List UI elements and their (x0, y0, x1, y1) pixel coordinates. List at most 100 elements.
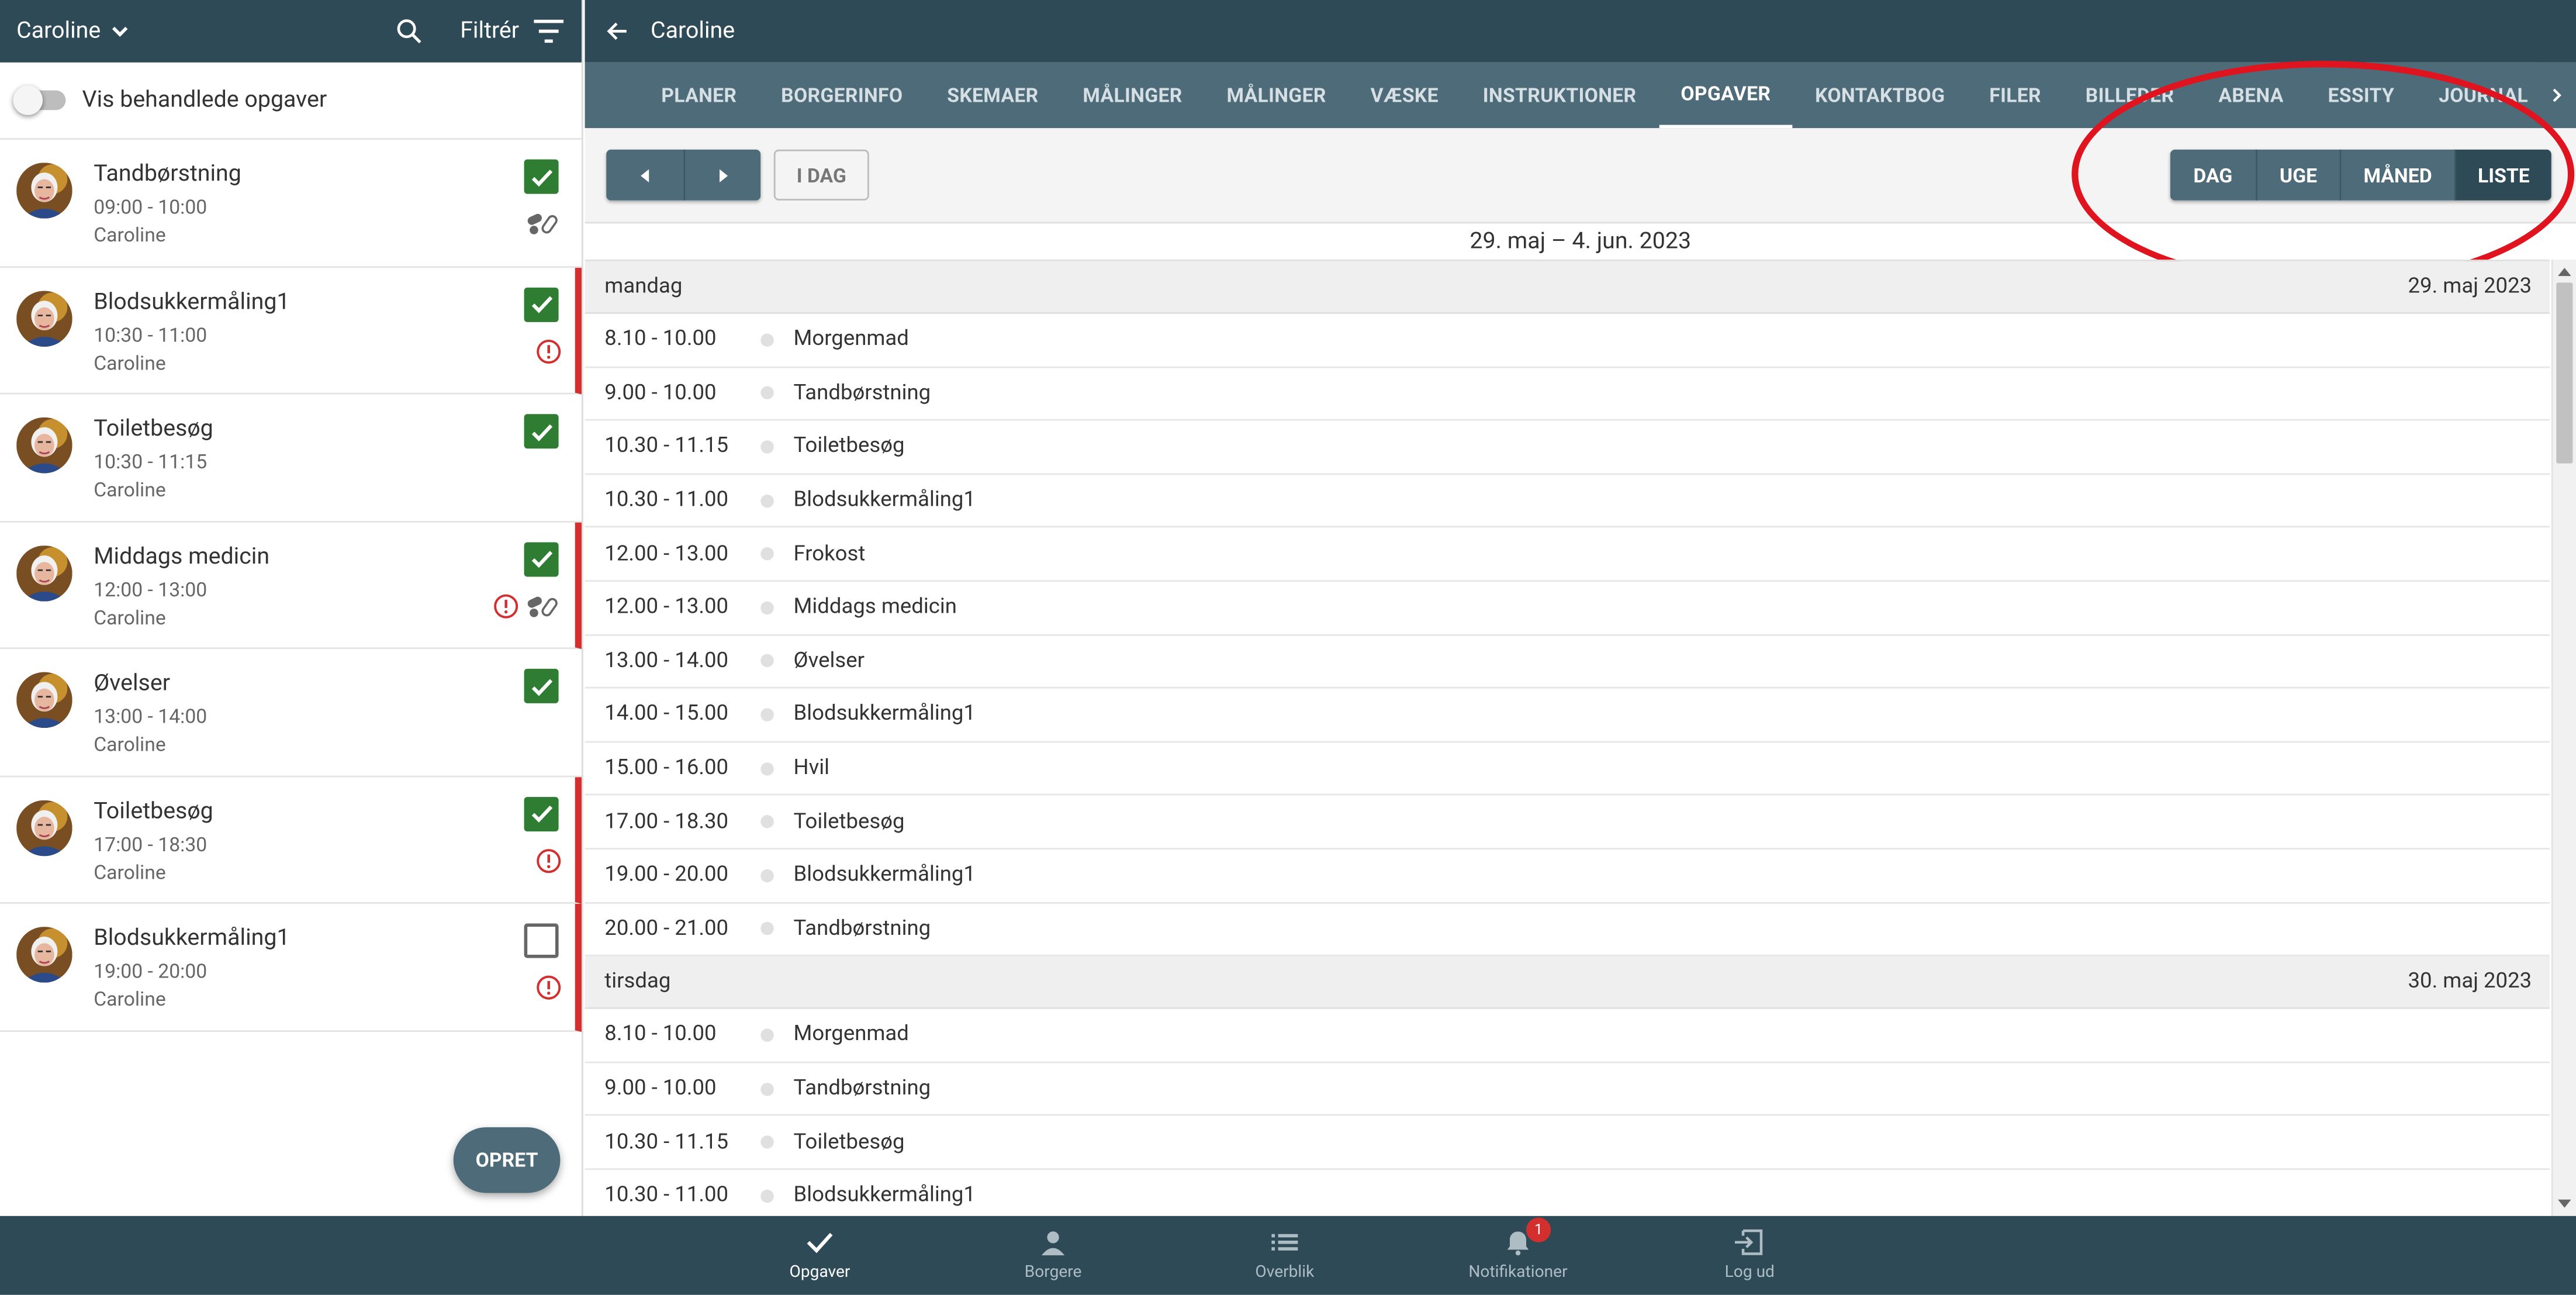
event-row[interactable]: 9.00 - 10.00 Tandbørstning (585, 367, 2550, 422)
event-row[interactable]: 12.00 - 13.00 Middags medicin (585, 582, 2550, 636)
next-period-button[interactable] (683, 149, 761, 201)
event-row[interactable]: 10.30 - 11.00 Blodsukkermåling1 (585, 475, 2550, 529)
tab-planer[interactable]: PLANER (639, 63, 759, 128)
event-row[interactable]: 10.30 - 11.15 Toiletbesøg (585, 421, 2550, 475)
alert-icon (535, 338, 562, 371)
calendar-toolbar: I DAG DAG UGE MÅNED LISTE (585, 128, 2576, 224)
event-time: 8.10 - 10.00 (604, 1023, 717, 1048)
task-item[interactable]: Toiletbesøg 10:30 - 11:15 Caroline (0, 395, 582, 522)
bottom-navigation: Opgaver Borgere Overblik Notifikationer 1 Log… (0, 1215, 2576, 1295)
event-row[interactable]: 9.00 - 10.00 Tandbørstning (585, 1063, 2550, 1117)
tab-abena[interactable]: ABENA (2196, 63, 2305, 128)
tab-borgerinfo[interactable]: BORGERINFO (759, 63, 925, 128)
citizen-selector[interactable]: Caroline (16, 18, 133, 44)
back-arrow-icon[interactable] (604, 18, 631, 44)
tab-målinger[interactable]: MÅLINGER (1060, 63, 1204, 128)
task-item[interactable]: Blodsukkermåling1 10:30 - 11:00 Caroline (0, 267, 582, 395)
search-icon (397, 19, 421, 44)
avatar (16, 163, 72, 219)
event-time: 9.00 - 10.00 (604, 1076, 717, 1101)
checkbox-checked[interactable] (524, 414, 559, 449)
alert-icon (493, 592, 519, 625)
event-row[interactable]: 10.30 - 11.15 Toiletbesøg (585, 1116, 2550, 1170)
checkbox-unchecked[interactable] (524, 923, 559, 958)
nav-borgere[interactable]: Borgere (979, 1216, 1127, 1295)
task-title: Toiletbesøg (94, 797, 213, 824)
show-handled-toggle[interactable] (13, 85, 66, 115)
checkbox-checked[interactable] (524, 541, 559, 576)
task-time: 12:00 - 13:00 (94, 577, 208, 601)
view-uge-button[interactable]: UGE (2255, 149, 2340, 201)
event-row[interactable]: 20.00 - 21.00 Tandbørstning (585, 903, 2550, 957)
task-title: Middags medicin (94, 543, 270, 569)
task-time: 09:00 - 10:00 (94, 195, 208, 219)
event-title: Blodsukkermåling1 (793, 1183, 976, 1208)
calendar-panel: Caroline PLANER BORGERINFO SKEMAER MÅLINGER… (585, 0, 2576, 1216)
tab-instruktioner[interactable]: INSTRUKTIONER (1461, 63, 1659, 128)
task-item[interactable]: Tandbørstning 09:00 - 10:00 Caroline (0, 140, 582, 267)
event-time: 17.00 - 18.30 (604, 809, 729, 834)
show-handled-label: Vis behandlede opgaver (82, 87, 327, 113)
tab-væske[interactable]: VÆSKE (1348, 63, 1461, 128)
nav-notifikationer[interactable]: Notifikationer 1 (1444, 1216, 1592, 1295)
tab-filer[interactable]: FILER (1967, 63, 2063, 128)
task-item[interactable]: Blodsukkermåling1 19:00 - 20:00 Caroline (0, 903, 582, 1031)
today-button[interactable]: I DAG (773, 149, 869, 201)
scroll-down-arrow[interactable] (2558, 1199, 2571, 1208)
search-button[interactable] (395, 16, 424, 46)
task-panel: Caroline Filtrér Vis behandlede opgaver … (0, 0, 583, 1216)
task-citizen: Caroline (94, 351, 166, 374)
checkbox-checked[interactable] (524, 796, 559, 831)
event-row[interactable]: 15.00 - 16.00 Hvil (585, 743, 2550, 796)
tab-kontaktbog[interactable]: KONTAKTBOG (1793, 63, 1967, 128)
event-row[interactable]: 19.00 - 20.00 Blodsukkermåling1 (585, 849, 2550, 903)
view-måned-button[interactable]: MÅNED (2339, 149, 2455, 201)
nav-log-ud[interactable]: Log ud (1676, 1216, 1824, 1295)
checkbox-checked[interactable] (524, 286, 559, 322)
tab-målinger[interactable]: MÅLINGER (1205, 63, 1348, 128)
task-title: Blodsukkermåling1 (94, 925, 290, 952)
tab-journal[interactable]: JOURNAL (2416, 63, 2550, 128)
tab-skemaer[interactable]: SKEMAER (925, 63, 1060, 128)
event-row[interactable]: 14.00 - 15.00 Blodsukkermåling1 (585, 689, 2550, 743)
prev-period-button[interactable] (606, 149, 684, 201)
checkbox-checked[interactable] (524, 159, 559, 194)
event-row[interactable]: 10.30 - 11.00 Blodsukkermåling1 (585, 1170, 2550, 1216)
day-date: 30. maj 2023 (2408, 969, 2532, 994)
nav-opgaver[interactable]: Opgaver (746, 1216, 894, 1295)
event-row[interactable]: 8.10 - 10.00 Morgenmad (585, 1009, 2550, 1063)
scroll-up-arrow[interactable] (2558, 268, 2571, 277)
tab-essity[interactable]: ESSITY (2306, 63, 2417, 128)
tab-billeder[interactable]: BILLEDER (2063, 63, 2197, 128)
task-item[interactable]: Øvelser 13:00 - 14:00 Caroline (0, 649, 582, 777)
task-status-icons (525, 210, 562, 243)
event-row[interactable]: 13.00 - 14.00 Øvelser (585, 635, 2550, 689)
event-time: 12.00 - 13.00 (604, 541, 729, 567)
tabs-scroll-right[interactable] (2536, 62, 2576, 129)
task-item[interactable]: Middags medicin 12:00 - 13:00 Caroline (0, 522, 582, 650)
event-time: 8.10 - 10.00 (604, 327, 717, 353)
filter-button[interactable]: Filtrér (460, 18, 565, 44)
event-dot (760, 333, 774, 347)
nav-overblik[interactable]: Overblik (1211, 1216, 1358, 1295)
event-dot (760, 1135, 774, 1149)
task-title: Blodsukkermåling1 (94, 288, 290, 315)
event-row[interactable]: 8.10 - 10.00 Morgenmad (585, 314, 2550, 368)
chevron-right-icon (2553, 88, 2561, 102)
view-liste-button[interactable]: LISTE (2454, 149, 2551, 201)
task-citizen: Caroline (94, 860, 166, 883)
app-root: Caroline Filtrér Vis behandlede opgaver … (0, 0, 2576, 1295)
event-row[interactable]: 17.00 - 18.30 Toiletbesøg (585, 796, 2550, 849)
event-title: Øvelser (793, 648, 865, 674)
task-item[interactable]: Toiletbesøg 17:00 - 18:30 Caroline (0, 776, 582, 904)
create-task-button[interactable]: OPRET (453, 1127, 561, 1193)
task-citizen: Caroline (94, 223, 166, 247)
scroll-thumb[interactable] (2556, 282, 2573, 464)
view-dag-button[interactable]: DAG (2170, 149, 2256, 201)
event-list-scrollbar[interactable] (2551, 260, 2576, 1216)
notification-badge: 1 (1526, 1217, 1551, 1242)
pills-icon (525, 210, 562, 243)
checkbox-checked[interactable] (524, 668, 559, 703)
event-row[interactable]: 12.00 - 13.00 Frokost (585, 528, 2550, 582)
tab-opgaver[interactable]: OPGAVER (1658, 63, 1793, 129)
